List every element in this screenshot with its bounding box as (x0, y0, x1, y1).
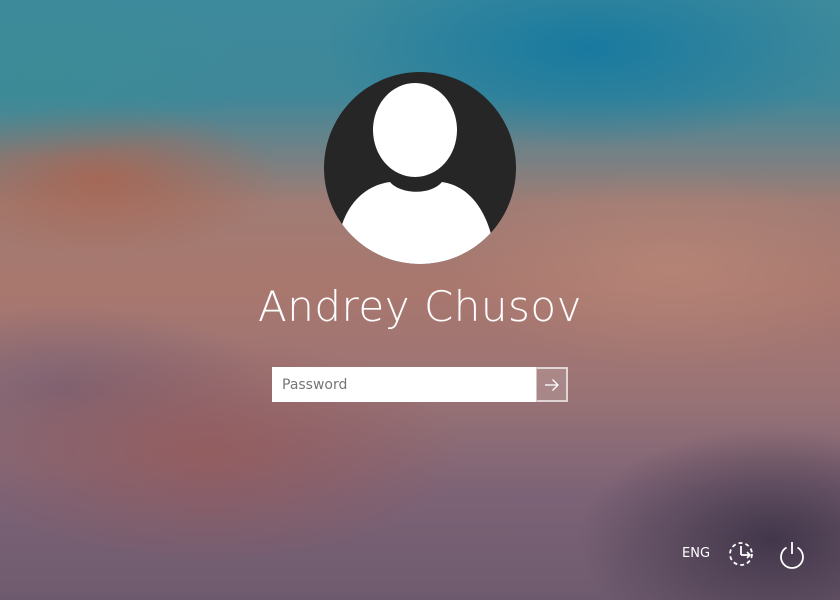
power-button[interactable] (776, 538, 808, 570)
password-field[interactable] (272, 367, 536, 402)
arrow-right-icon (544, 378, 559, 391)
ease-of-access-icon (729, 542, 753, 566)
default-user-avatar-icon (338, 83, 494, 264)
submit-button[interactable] (536, 367, 568, 402)
language-indicator[interactable]: ENG (682, 546, 710, 561)
user-name: Andrey Chusov (258, 282, 582, 331)
ease-of-access-button[interactable] (726, 538, 758, 570)
user-avatar (324, 72, 516, 264)
password-row (272, 367, 568, 402)
power-icon (780, 542, 804, 569)
